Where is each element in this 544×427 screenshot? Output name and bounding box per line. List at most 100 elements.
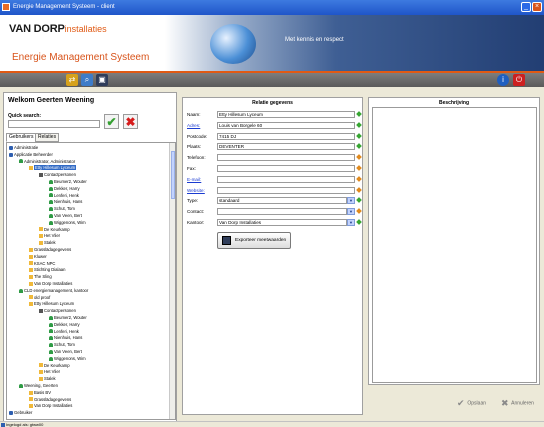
tree-item[interactable]: Schut, Tom xyxy=(49,342,75,347)
tree-item[interactable]: Schut, Tom xyxy=(49,206,75,211)
tree-item[interactable]: Basis BV xyxy=(29,390,51,395)
folder-icon xyxy=(39,370,43,375)
quick-search-input[interactable] xyxy=(8,120,100,128)
field-label: Postcode: xyxy=(187,133,208,139)
floppy-icon xyxy=(222,236,231,245)
tree-item[interactable]: Grasslädagegevens xyxy=(29,247,71,252)
refresh-icon[interactable]: ⇄ xyxy=(66,74,78,86)
tree-item-label: Stichting Dialaan xyxy=(34,267,66,273)
tree-item[interactable]: Administratie xyxy=(9,145,38,150)
folder-icon xyxy=(39,227,43,232)
save-button-label: Opslaan xyxy=(467,400,487,407)
tree-scroll-thumb[interactable] xyxy=(171,151,175,199)
tree-item[interactable]: Etty Hillesum Lyceum xyxy=(29,301,74,306)
tree-item[interactable]: Het Vlier xyxy=(39,369,60,374)
field-input[interactable] xyxy=(217,165,355,172)
tree-item[interactable]: KSAC NPC xyxy=(29,261,55,266)
person-icon xyxy=(49,315,53,320)
person-icon xyxy=(49,322,53,327)
tree-scrollbar[interactable] xyxy=(169,143,175,419)
field-input[interactable] xyxy=(217,186,355,194)
close-button[interactable]: × xyxy=(532,2,542,12)
tree-item-label: Wiggenons, Wim xyxy=(54,355,86,361)
tree-item[interactable]: Stichting Dialaan xyxy=(29,267,65,272)
tree-item[interactable]: Lenferi, Henk xyxy=(49,193,79,198)
field-label[interactable]: Adres: xyxy=(187,123,200,128)
tree-item-label: Kluwer xyxy=(34,253,47,259)
tree-item[interactable]: Applicatie Beheerder xyxy=(9,152,53,157)
cancel-button[interactable]: ✖ Annuleren xyxy=(501,396,534,410)
tree-item[interactable]: Beumer2, Wouter xyxy=(49,315,87,320)
chevron-down-icon[interactable]: ▼ xyxy=(347,197,355,205)
tree-item-label: Basis BV xyxy=(34,389,51,395)
save-icon[interactable]: ▣ xyxy=(96,74,108,86)
tree-item[interactable]: Nienhuis, Hans xyxy=(49,335,82,340)
tree-item[interactable]: Van Dorp Installaties xyxy=(29,403,72,408)
tree-item-label: Het Vlier xyxy=(44,369,61,375)
save-button[interactable]: ✔ Opslaan xyxy=(457,396,486,410)
status-diamond-icon xyxy=(356,219,362,225)
search-confirm-button[interactable]: ✔ xyxy=(104,114,119,129)
info-icon[interactable]: i xyxy=(497,74,509,86)
tree-item-label: Etty Hillesum Lyceum xyxy=(34,165,77,171)
tree-item[interactable]: De Keurkamp xyxy=(39,363,70,368)
search-clear-button[interactable]: ✖ xyxy=(123,114,138,129)
status-diamond-icon xyxy=(356,111,362,117)
tree-item[interactable]: Weening, Geerten xyxy=(19,383,58,388)
field-input[interactable]: Louis van Borgele 60 xyxy=(217,121,355,129)
description-textarea[interactable] xyxy=(372,107,537,383)
tree-item[interactable]: Etty Hillesum Lyceum xyxy=(29,165,77,171)
field-label: Contact: xyxy=(187,209,205,215)
tree-item[interactable]: Het Vlier xyxy=(39,233,60,238)
minimize-button[interactable]: _ xyxy=(521,2,531,12)
tree-item[interactable]: Wiggenons, Wim xyxy=(49,220,86,225)
field-select[interactable]: standaard xyxy=(217,197,347,205)
tree-item[interactable]: Administrator, Administrator xyxy=(19,159,75,164)
tree-item[interactable]: Dekker, Harry xyxy=(49,322,80,327)
field-input[interactable]: 7415 DJ xyxy=(217,132,355,140)
field-input[interactable]: Etty Hillesum Lyceum xyxy=(217,111,355,118)
tree-item[interactable]: Van Dorp Installaties xyxy=(29,281,72,286)
tree-item[interactable]: Stalek xyxy=(39,240,56,245)
field-input[interactable] xyxy=(217,175,355,183)
app-banner: VAN DORPinstallaties Energie Management … xyxy=(0,15,544,73)
tree-item[interactable]: old proof xyxy=(29,295,50,300)
tree-item[interactable]: Stalek xyxy=(39,376,56,381)
tree-item[interactable]: Kluwer xyxy=(29,254,47,259)
field-label[interactable]: Website: xyxy=(187,188,205,193)
tree-item[interactable]: The Sling xyxy=(29,274,52,279)
tree-item[interactable]: Contactpersonen xyxy=(39,172,76,177)
chevron-down-icon[interactable]: ▼ xyxy=(347,208,355,216)
tree-item[interactable]: Beumer2, Wouter xyxy=(49,179,87,184)
tab-relaties[interactable]: Relaties xyxy=(35,133,60,142)
person-icon xyxy=(19,288,23,293)
field-select[interactable]: Van Dorp Installaties xyxy=(217,219,347,226)
export-button[interactable]: Exporteer meetwaarden xyxy=(217,232,291,249)
tree-item[interactable]: Gebruiker xyxy=(9,410,32,415)
tree-item[interactable]: Van Veen, Bert xyxy=(49,213,82,218)
tree-item-label: KSAC NPC xyxy=(34,260,56,266)
power-icon[interactable]: ⏻ xyxy=(513,74,525,86)
folder-icon xyxy=(39,363,43,368)
person-icon xyxy=(49,193,53,198)
field-select[interactable] xyxy=(217,208,347,216)
tree-item-label: Contactpersonen xyxy=(44,308,76,314)
tree-item[interactable]: Wiggenons, Wim xyxy=(49,356,86,361)
person-icon xyxy=(49,179,53,184)
tree-item[interactable]: Van Veen, Bert xyxy=(49,349,82,354)
tree-item[interactable]: Contactpersonen xyxy=(39,308,76,313)
search-icon[interactable]: ⌕ xyxy=(81,74,93,86)
tab-gebruikers[interactable]: Gebruikers xyxy=(6,133,37,142)
field-input[interactable] xyxy=(217,154,355,162)
tree-item[interactable]: Nienhuis, Hans xyxy=(49,199,82,204)
field-label[interactable]: E-mail: xyxy=(187,177,201,182)
tree-item[interactable]: Lenferi, Henk xyxy=(49,329,79,334)
tree-item[interactable]: Dekker, Harry xyxy=(49,186,80,191)
system-name: Energie Management Systeem xyxy=(12,52,150,63)
field-input[interactable]: DEVENTER xyxy=(217,143,355,151)
tree-item[interactable]: Grasslädagegevens xyxy=(29,397,71,402)
tree-item[interactable]: CLD energiemanagement, kantoor xyxy=(19,288,88,293)
chevron-down-icon[interactable]: ▼ xyxy=(347,219,355,226)
tree-item[interactable]: De Keurkamp xyxy=(39,227,70,232)
tree-item-label: Lenferi, Henk xyxy=(54,192,79,198)
